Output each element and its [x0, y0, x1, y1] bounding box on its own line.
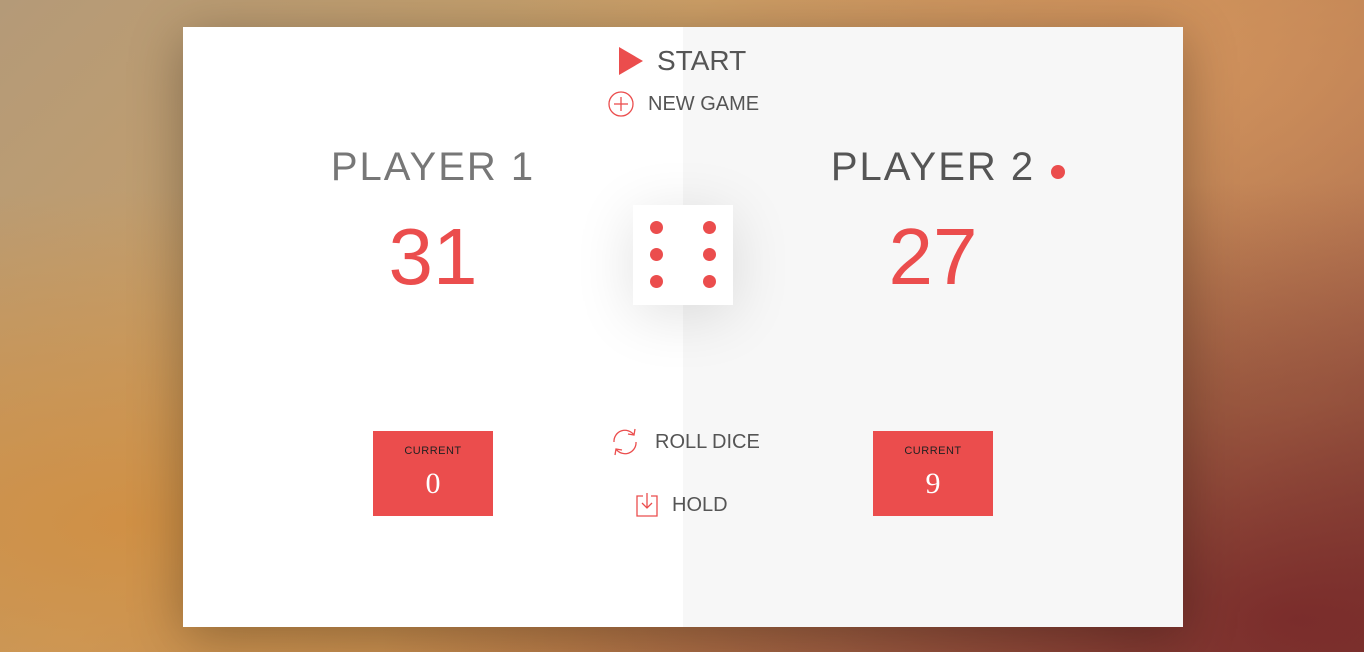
plus-circle-icon [608, 91, 634, 117]
dice-pip [703, 221, 716, 234]
start-button[interactable]: START [619, 45, 746, 77]
play-icon [619, 47, 643, 75]
player-1-current-box: CURRENT 0 [373, 431, 493, 516]
player-2-current-label: CURRENT [904, 445, 962, 457]
player-2-panel: PLAYER 2 27 CURRENT 9 [683, 27, 1183, 627]
new-game-label: NEW GAME [648, 92, 760, 115]
roll-dice-button[interactable]: ROLL DICE [609, 427, 760, 457]
player-1-name: PLAYER 1 [330, 145, 536, 189]
new-game-button[interactable]: NEW GAME [608, 91, 759, 117]
player-1-score: 31 [388, 212, 478, 301]
dice-pip [703, 248, 716, 261]
start-label: START [657, 45, 747, 76]
download-icon [636, 493, 658, 517]
player-2-score: 27 [888, 212, 978, 301]
player-1-current-label: CURRENT [404, 445, 462, 457]
dice-pip [650, 275, 663, 288]
roll-dice-label: ROLL DICE [655, 430, 760, 453]
dice-pip [703, 275, 716, 288]
refresh-icon [609, 427, 641, 457]
game-panel: PLAYER 1 31 CURRENT 0 PLAYER 2 27 CURREN… [183, 27, 1183, 627]
active-dot-icon [1051, 165, 1065, 179]
player-1-panel: PLAYER 1 31 CURRENT 0 [183, 27, 683, 627]
player-2-current-box: CURRENT 9 [873, 431, 993, 516]
player-2-name: PLAYER 2 [830, 145, 1036, 189]
dice [633, 205, 733, 305]
hold-button[interactable]: HOLD [636, 493, 728, 517]
player-1-current-score: 0 [425, 467, 441, 500]
dice-pip [650, 248, 663, 261]
dice-pip [650, 221, 663, 234]
player-2-current-score: 9 [925, 467, 941, 500]
hold-label: HOLD [672, 493, 728, 516]
